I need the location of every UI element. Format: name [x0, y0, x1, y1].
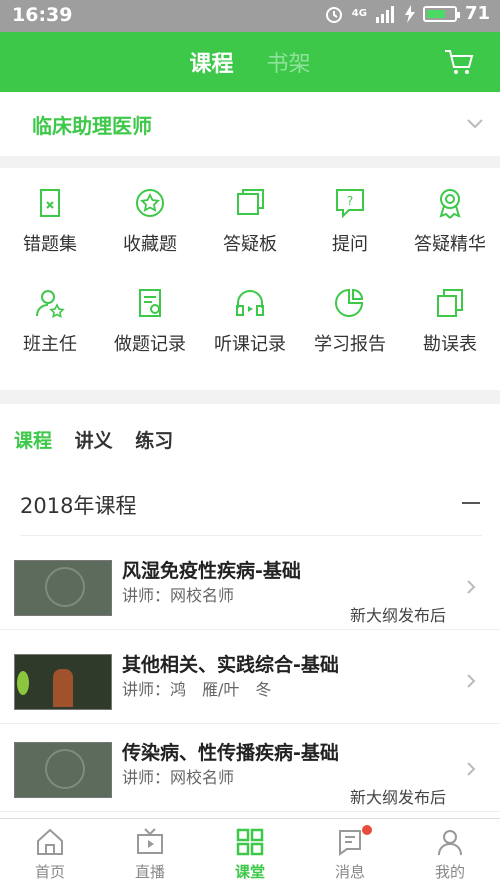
- tab-classroom[interactable]: 课堂: [200, 827, 300, 882]
- year-title: 2018年课程: [20, 494, 137, 518]
- year-group-header[interactable]: 2018年课程: [20, 490, 482, 536]
- chevron-right-icon: [467, 762, 476, 776]
- course-thumbnail: [14, 560, 112, 616]
- category-selector[interactable]: 临床助理医师: [0, 92, 500, 156]
- tab-label: 课堂: [234, 863, 265, 881]
- live-tv-icon: [137, 828, 163, 854]
- award-icon: [439, 189, 461, 219]
- unread-dot: [362, 825, 372, 835]
- tool-label: 勘误表: [423, 334, 477, 355]
- tool-label: 做题记录: [114, 334, 186, 355]
- course-teacher: 讲师：网校名师: [122, 768, 235, 787]
- chevron-right-icon: [467, 580, 476, 594]
- bottom-tab-bar: 首页 直播 课堂 消息 我的: [0, 818, 500, 889]
- course-teacher: 讲师：网校名师: [122, 586, 235, 605]
- tool-label: 学习报告: [314, 334, 386, 355]
- status-time: 16:39: [12, 4, 73, 26]
- question-icon: ?: [336, 189, 364, 219]
- course-teacher: 讲师：鸿 雁/叶 冬: [122, 680, 272, 699]
- alarm-icon: [325, 6, 342, 23]
- tab-home[interactable]: 首页: [0, 827, 100, 882]
- tab-label: 消息: [334, 863, 365, 881]
- tool-head-teacher[interactable]: 班主任: [0, 286, 100, 356]
- network-label: 4G: [351, 8, 367, 19]
- tab-label: 首页: [34, 863, 65, 881]
- svg-text:?: ?: [347, 194, 353, 208]
- tool-label: 收藏题: [123, 234, 177, 255]
- tool-study-report[interactable]: 学习报告: [300, 286, 400, 356]
- courses-section: 课程 讲义 练习 2018年课程 风湿免疫性疾病-基础 讲师：网校名师 新大纲发…: [0, 404, 500, 818]
- tool-label: 班主任: [23, 334, 77, 355]
- tool-label: 答疑精华: [414, 234, 486, 255]
- tab-label: 直播: [134, 863, 165, 881]
- status-bar: 16:39 4G 71: [0, 0, 500, 32]
- course-item[interactable]: 传染病、性传播疾病-基础 讲师：网校名师 新大纲发布后: [0, 732, 500, 812]
- star-icon: [136, 189, 164, 217]
- tool-qa-highlights[interactable]: 答疑精华: [400, 186, 500, 256]
- practice-record-icon: [139, 289, 161, 317]
- board-icon: [237, 189, 264, 215]
- home-icon: [37, 828, 63, 855]
- course-note: 新大纲发布后: [349, 606, 446, 625]
- tab-bookshelf[interactable]: 书架: [267, 52, 311, 77]
- tool-favorites[interactable]: 收藏题: [100, 186, 200, 256]
- cart-icon[interactable]: [444, 48, 474, 76]
- course-note: 新大纲发布后: [349, 788, 446, 807]
- tab-live[interactable]: 直播: [100, 827, 200, 882]
- tool-label: 提问: [332, 234, 368, 255]
- tool-practice-record[interactable]: 做题记录: [100, 286, 200, 356]
- subtab-exercises[interactable]: 练习: [135, 430, 173, 452]
- content-subtabs: 课程 讲义 练习: [14, 426, 189, 453]
- teacher-icon: [36, 290, 65, 318]
- tool-wrong-book[interactable]: 错题集: [0, 186, 100, 256]
- course-thumbnail: [14, 742, 112, 798]
- grid-icon: [236, 828, 264, 856]
- subtab-courses[interactable]: 课程: [14, 430, 52, 452]
- tools-grid: 错题集 收藏题 答疑板 ? 提问 答疑精华 班主任 做题记录 听课记录 学习报告…: [0, 168, 500, 390]
- report-icon: [335, 288, 364, 317]
- top-bar: 课程 书架: [0, 32, 500, 92]
- tab-profile[interactable]: 我的: [400, 827, 500, 882]
- tool-label: 听课记录: [214, 334, 286, 355]
- chevron-right-icon: [467, 674, 476, 688]
- message-icon: [339, 830, 361, 856]
- course-title: 风湿免疫性疾病-基础: [122, 560, 301, 582]
- battery-level: 71: [464, 3, 490, 24]
- user-icon: [438, 830, 462, 856]
- status-icons: 4G 71: [324, 3, 490, 24]
- charging-icon: [404, 4, 415, 23]
- collapse-icon[interactable]: [462, 502, 480, 504]
- course-item[interactable]: 风湿免疫性疾病-基础 讲师：网校名师 新大纲发布后: [0, 550, 500, 630]
- tool-qa-board[interactable]: 答疑板: [200, 186, 300, 256]
- category-label: 临床助理医师: [32, 114, 152, 138]
- wrong-book-icon: [40, 189, 60, 217]
- tool-label: 错题集: [23, 234, 77, 255]
- tool-listen-record[interactable]: 听课记录: [200, 286, 300, 356]
- course-title: 其他相关、实践综合-基础: [122, 654, 339, 676]
- tool-ask[interactable]: ? 提问: [300, 186, 400, 256]
- course-item[interactable]: 其他相关、实践综合-基础 讲师：鸿 雁/叶 冬: [0, 644, 500, 724]
- chevron-down-icon: [467, 119, 483, 129]
- tool-errata[interactable]: 勘误表: [400, 286, 500, 356]
- battery-icon: [422, 5, 460, 22]
- tab-courses[interactable]: 课程: [189, 52, 233, 77]
- subtab-handouts[interactable]: 讲义: [75, 430, 113, 452]
- course-title: 传染病、性传播疾病-基础: [122, 742, 339, 764]
- course-thumbnail: [14, 654, 112, 710]
- signal-icon: [375, 5, 394, 23]
- tool-label: 答疑板: [223, 234, 277, 255]
- tab-label: 我的: [434, 863, 465, 881]
- headphone-icon: [236, 290, 264, 316]
- copy-icon: [437, 289, 463, 317]
- tab-messages[interactable]: 消息: [300, 825, 400, 882]
